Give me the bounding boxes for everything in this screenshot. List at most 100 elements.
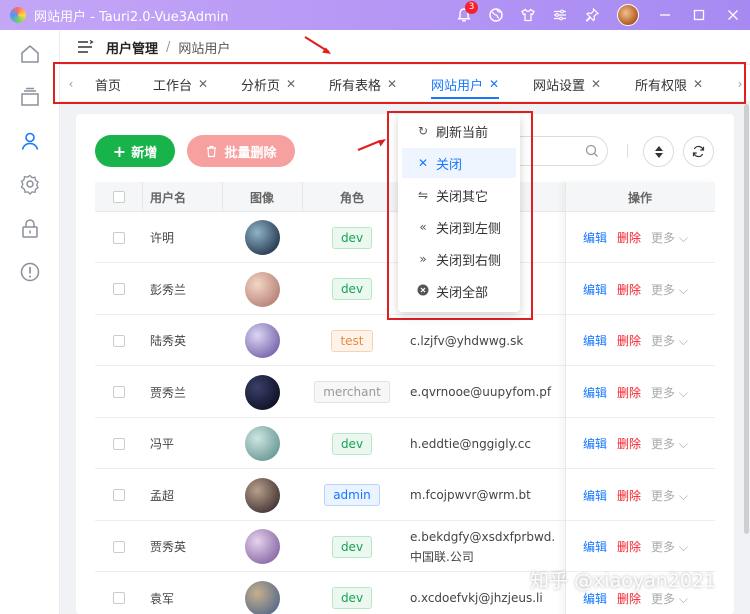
avatar [244,477,280,513]
tab-workbench[interactable]: 工作台 ✕ [153,65,208,103]
more-dropdown[interactable]: 更多 ⌵ [651,435,688,452]
layers-icon[interactable] [14,81,46,113]
chevron-down-icon: ⌵ [675,488,688,503]
close-window-button[interactable] [716,0,750,30]
search-input[interactable] [516,136,608,166]
tab-close-icon[interactable]: ✕ [286,77,296,91]
chevron-down-icon: ⌵ [675,591,688,606]
batch-delete-button[interactable]: 批量删除 [187,135,295,167]
header-role[interactable]: 角色 [302,182,402,212]
row-checkbox[interactable] [112,386,125,398]
gear-icon[interactable] [14,168,46,200]
menu-close-right[interactable]: » 关闭到右侧 [402,244,516,274]
menu-fold-icon[interactable] [76,38,94,56]
top-header: 用户管理 / 网站用户 [60,30,750,64]
table-row: 贾秀兰 merchant e.qvrnooe@uupyfom.pf 编辑 删除 更多 ⌵ [95,367,715,418]
tab-label: 分析页 [241,78,281,94]
more-dropdown[interactable]: 更多 ⌵ [651,384,688,401]
chevron-down-icon: ⌵ [675,385,688,400]
cell-email: h.eddtie@nggigly.cc [410,436,531,451]
user-avatar[interactable] [608,0,648,30]
menu-close-left[interactable]: «关闭到左侧 [402,212,516,242]
tab-site-users[interactable]: 网站用户 ✕ [431,65,500,103]
menu-refresh-current[interactable]: ↻ 刷新当前 [402,116,516,146]
exclamation-circle-icon[interactable] [14,256,46,288]
edit-link[interactable]: 编辑 [583,538,607,555]
breadcrumb-parent[interactable]: 用户管理 [106,38,158,57]
delete-link[interactable]: 删除 [617,229,641,246]
more-dropdown[interactable]: 更多 ⌵ [651,487,688,504]
add-button[interactable]: + 新增 [95,135,175,167]
edit-link[interactable]: 编辑 [583,487,607,504]
breadcrumb-separator: / [166,39,171,55]
row-checkbox[interactable] [112,489,125,501]
home-icon[interactable] [14,38,46,70]
more-dropdown[interactable]: 更多 ⌵ [651,229,688,246]
tab-close-icon[interactable]: ✕ [198,77,208,91]
chevron-down-icon: ⌵ [675,231,688,245]
sort-button[interactable] [643,136,674,167]
tab-analysis[interactable]: 分析页 ✕ [241,65,296,103]
row-checkbox[interactable] [112,592,125,604]
cell-email: e.bekdgfy@xsdxfprbwd.中国联.公司 [410,529,556,564]
select-all-checkbox[interactable] [112,191,125,203]
more-dropdown[interactable]: 更多 ⌵ [651,538,688,555]
delete-link[interactable]: 删除 [617,332,641,349]
role-tag: dev [331,432,373,455]
delete-link[interactable]: 删除 [617,538,641,555]
add-button-label: 新增 [131,145,158,161]
more-dropdown[interactable]: 更多 ⌵ [651,281,688,298]
tab-scroll-left-icon[interactable]: ‹ [62,65,80,103]
tab-label: 所有表格 [329,78,382,94]
menu-close-others[interactable]: ⇋ 关闭其它 [402,180,516,210]
edit-link[interactable]: 编辑 [583,384,607,401]
app-logo-icon [10,7,26,23]
avatar [244,529,280,564]
tab-site-settings[interactable]: 网站设置 ✕ [533,65,601,103]
avatar [244,426,280,461]
delete-link[interactable]: 删除 [617,281,641,298]
edit-link[interactable]: 编辑 [583,229,607,246]
menu-close[interactable]: ✕ 关闭 [402,148,516,178]
row-checkbox[interactable] [112,334,125,347]
tab-close-icon[interactable]: ✕ [387,77,397,91]
tab-all-permissions[interactable]: 所有权限 ✕ [635,65,703,103]
tab-scroll-right-icon[interactable]: › [731,65,749,103]
tab-close-icon[interactable]: ✕ [693,77,703,91]
tab-home[interactable]: 首页 [95,65,121,103]
pin-icon[interactable] [576,0,608,30]
row-checkbox[interactable] [112,437,125,450]
tab-all-tables[interactable]: 所有表格 ✕ [329,65,397,103]
edit-link[interactable]: 编辑 [583,332,607,349]
globe-icon[interactable] [480,0,512,30]
header-username[interactable]: 用户名 [142,182,222,212]
page-scrollbar[interactable] [744,104,749,534]
cell-username: 袁军 [150,591,175,606]
menu-close-all[interactable]: 关闭全部 [402,276,516,306]
tab-close-icon[interactable]: ✕ [591,77,601,91]
annotation-arrow-icon [357,139,386,152]
window-title: 网站用户 - Tauri2.0-Vue3Admin [34,9,229,25]
delete-link[interactable]: 删除 [617,384,641,401]
delete-link[interactable]: 删除 [617,487,641,504]
edit-link[interactable]: 编辑 [583,435,607,452]
role-tag: test [331,329,373,352]
row-checkbox[interactable] [112,283,125,295]
breadcrumb: 用户管理 / 网站用户 [94,38,230,57]
settings-sliders-icon[interactable] [544,0,576,30]
more-dropdown[interactable]: 更多 ⌵ [651,332,688,349]
maximize-button[interactable] [682,0,716,30]
theme-shirt-icon[interactable] [512,0,544,30]
minimize-button[interactable] [648,0,682,30]
notification-bell-icon[interactable]: 3 [448,0,480,30]
row-checkbox[interactable] [112,540,125,553]
header-actions: 操作 [627,190,652,205]
delete-link[interactable]: 删除 [617,435,641,452]
user-icon[interactable] [14,125,46,157]
tab-close-icon[interactable]: ✕ [489,77,499,91]
lock-icon[interactable] [14,212,46,244]
edit-link[interactable]: 编辑 [583,281,607,298]
refresh-button[interactable] [683,136,714,167]
row-checkbox[interactable] [112,231,125,244]
left-sidebar [0,30,60,614]
